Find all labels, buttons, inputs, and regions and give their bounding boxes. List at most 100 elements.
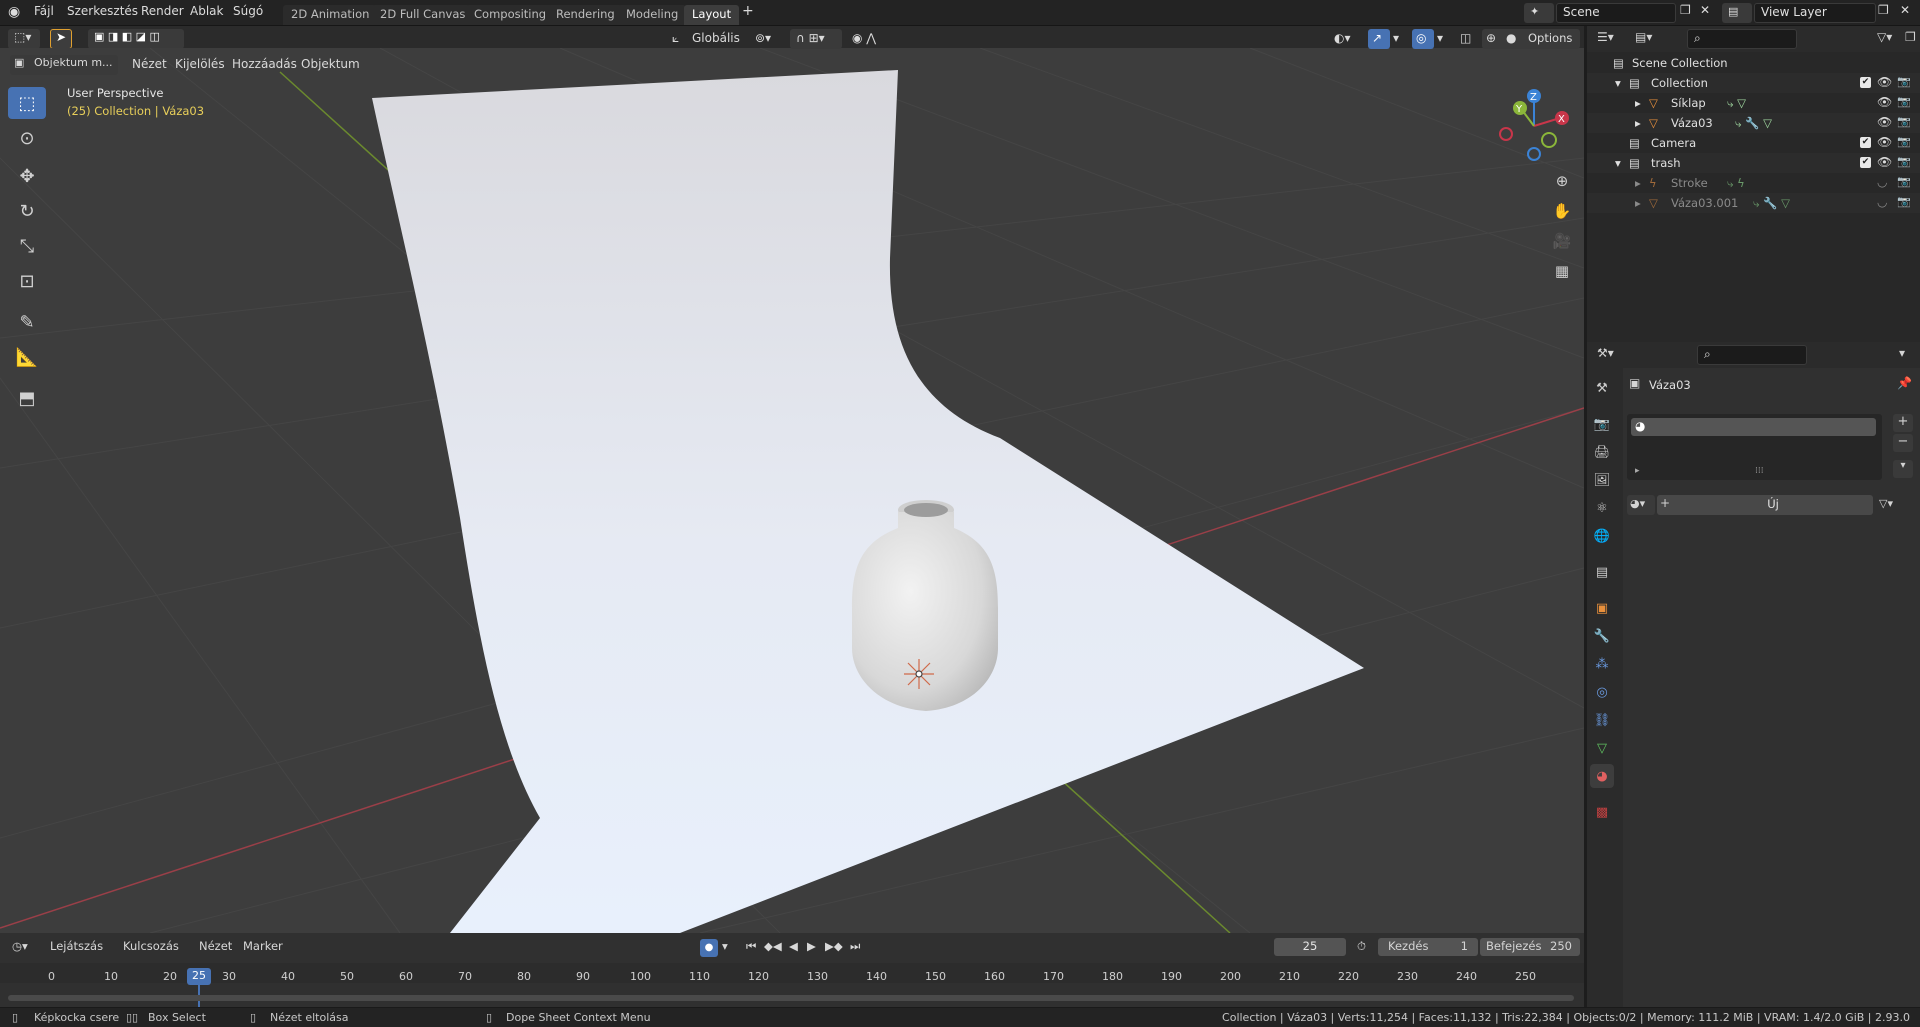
menu-timeline-view[interactable]: Nézet bbox=[199, 939, 232, 953]
timeline-editor-icon[interactable]: ◷▾ bbox=[12, 939, 28, 953]
end-frame-field[interactable]: Befejezés 250 bbox=[1480, 938, 1580, 956]
new-material-button[interactable]: Új bbox=[1673, 495, 1873, 515]
auto-keying-record-icon[interactable]: ● bbox=[700, 939, 718, 957]
tab-2d-full-canvas[interactable]: 2D Full Canvas bbox=[372, 5, 474, 25]
cursor-tool-icon[interactable]: ⊙ bbox=[8, 122, 46, 154]
render-tab-icon[interactable]: 📷 bbox=[1590, 412, 1614, 436]
new-view-layer-icon[interactable]: ❐ bbox=[1878, 3, 1889, 17]
exclude-checkbox[interactable]: ✔ bbox=[1860, 77, 1871, 88]
annotate-tool-icon[interactable]: ✎ bbox=[8, 306, 46, 338]
overlay-dropdown-icon[interactable]: ▾ bbox=[1437, 31, 1443, 45]
outliner-editor-icon[interactable]: ☰▾ bbox=[1597, 30, 1614, 44]
display-mode-icon[interactable]: ▤▾ bbox=[1635, 30, 1652, 44]
jump-next-key-icon[interactable]: ▶◆ bbox=[825, 939, 843, 953]
view-layer-tab-icon[interactable]: 🖼 bbox=[1590, 468, 1614, 492]
jump-prev-key-icon[interactable]: ◆◀ bbox=[764, 939, 782, 953]
menu-window[interactable]: Ablak bbox=[190, 4, 223, 18]
options-button[interactable]: Options bbox=[1520, 29, 1581, 49]
xray-icon[interactable]: ◫ bbox=[1460, 31, 1471, 45]
menu-marker[interactable]: Marker bbox=[243, 939, 283, 953]
texture-tab-icon[interactable]: ▩ bbox=[1590, 800, 1614, 824]
visibility-icon[interactable]: ◐▾ bbox=[1334, 31, 1351, 45]
playhead-frame-indicator[interactable]: 25 bbox=[187, 968, 211, 985]
gizmo-dropdown-icon[interactable]: ▾ bbox=[1393, 31, 1399, 45]
visibility-eye-icon[interactable]: 👁 bbox=[1877, 95, 1892, 109]
transform-tool-icon[interactable]: ⊡ bbox=[8, 265, 46, 297]
menu-file[interactable]: Fájl bbox=[34, 4, 54, 18]
scene-tab-icon[interactable]: ⚛ bbox=[1590, 496, 1614, 520]
render-camera-icon[interactable]: 📷 bbox=[1897, 175, 1911, 188]
expand-arrow-icon[interactable]: ▸ bbox=[1635, 116, 1641, 130]
slot-specials-button[interactable]: ▾ bbox=[1893, 460, 1913, 478]
timeline-scrollbar[interactable] bbox=[8, 995, 1574, 1001]
physics-tab-icon[interactable]: ◎ bbox=[1590, 680, 1614, 704]
visibility-eye-icon[interactable]: 👁 bbox=[1877, 115, 1892, 129]
material-tab-icon[interactable]: ◕ bbox=[1590, 764, 1614, 788]
menu-keying[interactable]: Kulcsozás bbox=[123, 939, 179, 953]
outliner-row-siklap[interactable]: ▸ ▽ Síklap ⤷ ▽ 👁 📷 bbox=[1587, 93, 1920, 113]
add-cube-tool-icon[interactable]: ⬒ bbox=[8, 382, 46, 414]
tab-compositing[interactable]: Compositing bbox=[466, 5, 555, 25]
use-preview-range-icon[interactable]: ⏱ bbox=[1357, 939, 1366, 954]
exclude-checkbox[interactable]: ✔ bbox=[1860, 157, 1871, 168]
play-icon[interactable]: ▶ bbox=[807, 939, 816, 953]
expand-arrow-icon[interactable]: ▸ bbox=[1635, 96, 1641, 110]
pan-hand-icon[interactable]: ✋ bbox=[1549, 198, 1575, 224]
tool-tab-icon[interactable]: ⚒ bbox=[1590, 376, 1614, 400]
material-slot-row[interactable]: ◕ bbox=[1631, 418, 1876, 436]
wireframe-shading-icon[interactable]: ⊕ bbox=[1486, 31, 1496, 45]
render-camera-icon[interactable]: 📷 bbox=[1897, 115, 1911, 128]
jump-start-icon[interactable]: ⏮ bbox=[746, 939, 756, 954]
modifier-tab-icon[interactable]: 🔧 bbox=[1590, 624, 1614, 648]
rotate-tool-icon[interactable]: ↻ bbox=[8, 195, 46, 227]
solid-shading-icon[interactable]: ● bbox=[1506, 31, 1516, 45]
link-data-icon[interactable]: ▽▾ bbox=[1879, 497, 1893, 510]
filter-icon[interactable]: ▽▾ bbox=[1877, 30, 1892, 44]
measure-tool-icon[interactable]: 📐 bbox=[8, 341, 46, 373]
transform-orientation-dropdown[interactable]: Globális bbox=[692, 31, 740, 45]
scene-name-field[interactable]: Scene bbox=[1556, 3, 1676, 23]
remove-slot-button[interactable]: − bbox=[1893, 434, 1913, 452]
pivot-point-icon[interactable]: ⊚▾ bbox=[755, 31, 771, 45]
pin-icon[interactable]: 📌 bbox=[1897, 376, 1912, 390]
mode-dropdown[interactable] bbox=[10, 55, 118, 75]
collection-tab-icon[interactable]: ▤ bbox=[1590, 560, 1614, 584]
visibility-eye-icon[interactable]: 👁 bbox=[1877, 75, 1892, 89]
tab-rendering[interactable]: Rendering bbox=[548, 5, 623, 25]
new-scene-icon[interactable]: ❐ bbox=[1680, 3, 1691, 17]
camera-view-icon[interactable]: 🎥 bbox=[1549, 228, 1575, 254]
expand-arrow-icon[interactable]: ▾ bbox=[1615, 156, 1621, 170]
outliner-search-field[interactable]: ⌕ bbox=[1687, 29, 1797, 49]
render-camera-icon[interactable]: 📷 bbox=[1897, 155, 1911, 168]
menu-help[interactable]: Súgó bbox=[233, 4, 263, 18]
hidden-eye-icon[interactable]: ◡ bbox=[1877, 195, 1887, 209]
select-box-tool-icon[interactable]: ⬚ bbox=[8, 87, 46, 119]
output-tab-icon[interactable]: 🖨 bbox=[1590, 440, 1614, 464]
tab-modeling[interactable]: Modeling bbox=[618, 5, 687, 25]
start-frame-field[interactable]: Kezdés 1 bbox=[1378, 938, 1478, 956]
world-tab-icon[interactable]: 🌐 bbox=[1590, 524, 1614, 548]
outliner-row-scene-collection[interactable]: ▤ Scene Collection bbox=[1587, 53, 1920, 73]
tab-2d-animation[interactable]: 2D Animation bbox=[283, 5, 378, 25]
menu-render[interactable]: Render bbox=[141, 4, 184, 18]
zoom-icon[interactable]: ⊕ bbox=[1549, 168, 1575, 194]
object-tab-icon[interactable]: ▣ bbox=[1590, 596, 1614, 620]
keying-dropdown-icon[interactable]: ▾ bbox=[722, 939, 728, 953]
add-workspace-button[interactable]: + bbox=[742, 3, 754, 19]
view-layer-name-field[interactable]: View Layer bbox=[1754, 3, 1876, 23]
properties-editor-icon[interactable]: ⚒▾ bbox=[1597, 346, 1614, 360]
exclude-checkbox[interactable]: ✔ bbox=[1860, 137, 1871, 148]
jump-end-icon[interactable]: ⏭ bbox=[850, 939, 860, 954]
visibility-eye-icon[interactable]: 👁 bbox=[1877, 155, 1892, 169]
visibility-eye-icon[interactable]: 👁 bbox=[1877, 135, 1892, 149]
outliner-row-collection[interactable]: ▾ ▤ Collection ✔ 👁 📷 bbox=[1587, 73, 1920, 93]
tab-layout[interactable]: Layout bbox=[684, 5, 740, 25]
ortho-grid-icon[interactable]: ▦ bbox=[1549, 258, 1575, 284]
properties-search-field[interactable]: ⌕ bbox=[1697, 345, 1807, 365]
resize-handle-icon[interactable]: ⁞⁞⁞ bbox=[1755, 466, 1764, 476]
expand-arrow-icon[interactable]: ▸ bbox=[1635, 196, 1641, 210]
move-tool-icon[interactable]: ✥ bbox=[8, 160, 46, 192]
delete-scene-icon[interactable]: ✕ bbox=[1700, 3, 1710, 17]
render-camera-icon[interactable]: 📷 bbox=[1897, 135, 1911, 148]
proportional-edit-icon[interactable]: ◉ ⋀ bbox=[852, 31, 876, 45]
